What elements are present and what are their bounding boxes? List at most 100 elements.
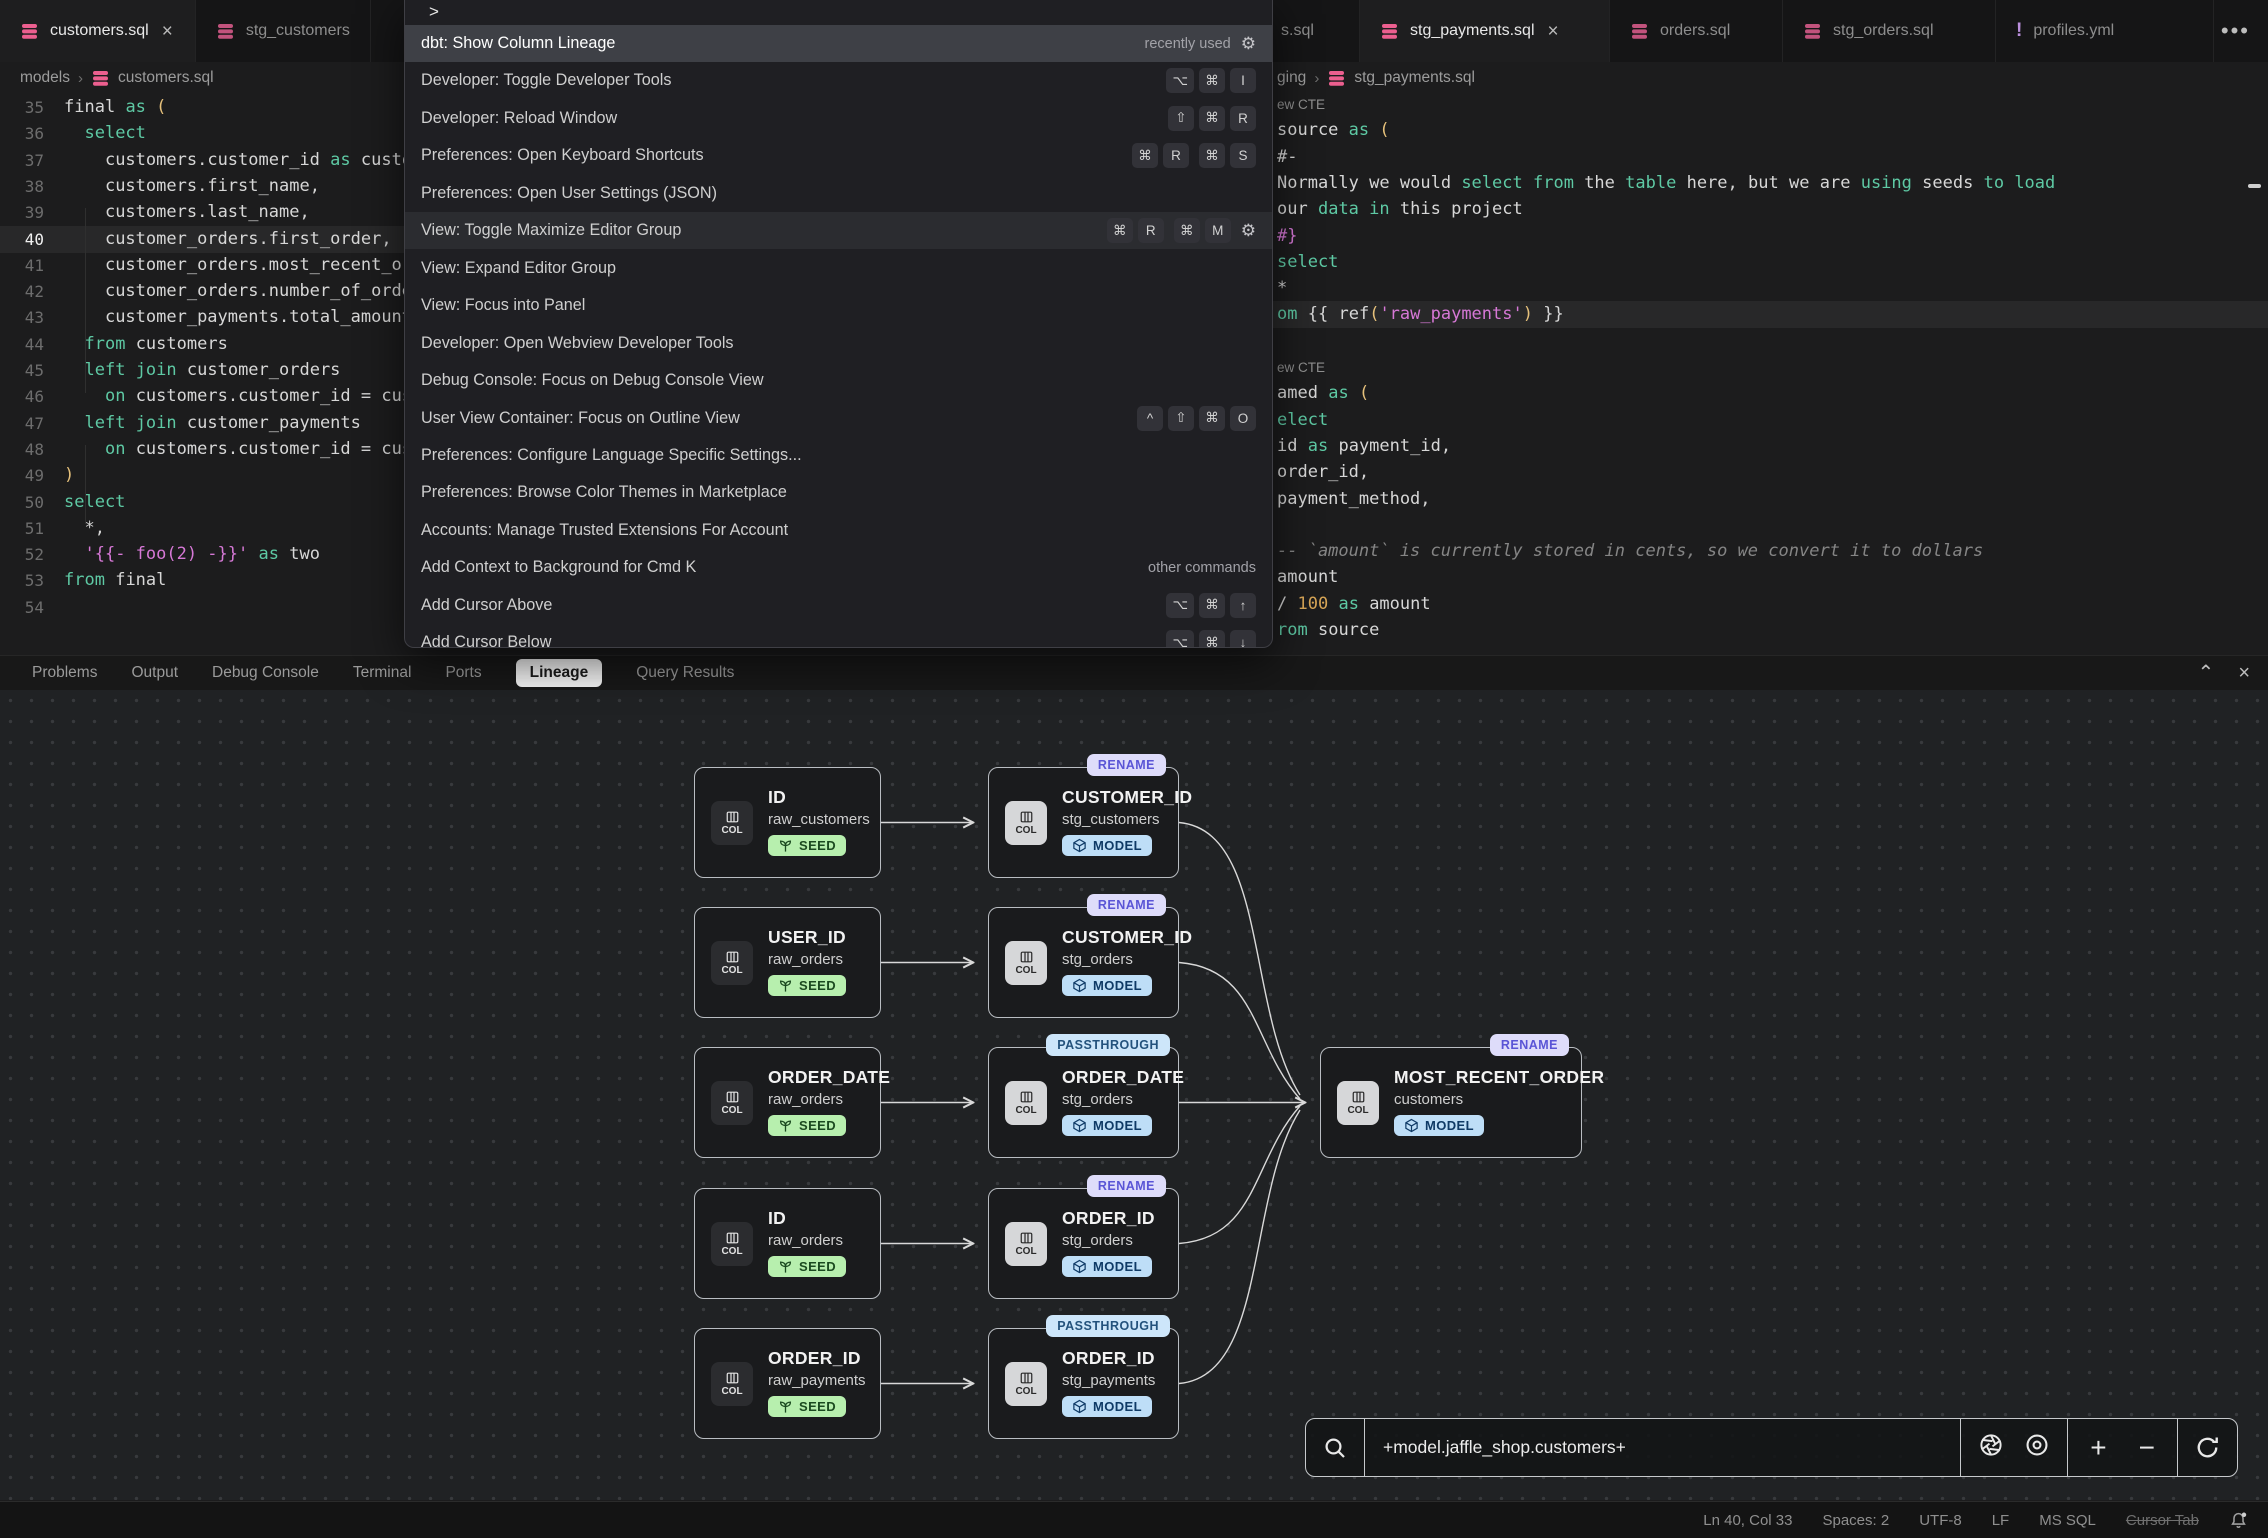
command-item[interactable]: Preferences: Open User Settings (JSON) — [405, 175, 1272, 212]
breadcrumb[interactable]: models › customers.sql — [20, 62, 214, 94]
lineage-canvas[interactable]: COLIDraw_customersSEED COLUSER_IDraw_orde… — [0, 690, 2268, 1500]
tab-s-sql[interactable]: s.sql — [1273, 0, 1360, 62]
panel-close-icon[interactable]: × — [2238, 663, 2250, 683]
code-line[interactable]: id as payment_id, — [1132, 433, 2268, 460]
tab-group-right: s.sqlstg_payments.sql×orders.sqlstg_orde… — [1273, 0, 2214, 62]
status-ln-40-col-33[interactable]: Ln 40, Col 33 — [1703, 1512, 1792, 1529]
more-actions-icon[interactable]: ••• — [2213, 0, 2258, 62]
code-line[interactable]: #} — [1132, 223, 2268, 250]
panel-tab-ports[interactable]: Ports — [445, 664, 481, 682]
command-item[interactable]: User View Container: Focus on Outline Vi… — [405, 400, 1272, 437]
panel-tab-debug-console[interactable]: Debug Console — [212, 664, 319, 682]
code-line[interactable]: / 100 as amount — [1132, 591, 2268, 618]
command-item[interactable]: dbt: Show Column Lineagerecently used⚙ — [405, 25, 1272, 62]
aperture-icon[interactable] — [1971, 1433, 2011, 1463]
scrollbar-marker[interactable] — [2248, 184, 2261, 188]
lineage-node-stg_customers-customer_id[interactable]: COLCUSTOMER_IDstg_customersMODELRENAME — [988, 767, 1179, 878]
keybinding: ⇧⌘R — [1168, 106, 1256, 131]
lineage-node-raw_orders-order_date[interactable]: COLORDER_DATEraw_ordersSEED — [694, 1047, 881, 1158]
keybinding: ⌥⌘↓ — [1166, 630, 1256, 648]
command-item[interactable]: Add Context to Background for Cmd Kother… — [405, 549, 1272, 586]
code-line[interactable]: om {{ ref('raw_payments') }} — [1132, 301, 2268, 328]
tab-stg_customers[interactable]: stg_customers — [196, 0, 371, 62]
breadcrumb[interactable]: ging › stg_payments.sql — [1277, 62, 1475, 94]
lineage-node-raw_customers-id[interactable]: COLIDraw_customersSEED — [694, 767, 881, 878]
breadcrumb-file[interactable]: customers.sql — [118, 69, 214, 87]
code-line[interactable]: ew CTE — [1132, 91, 2268, 118]
code-line[interactable] — [1132, 512, 2268, 539]
code-line[interactable]: Normally we would select from the table … — [1132, 170, 2268, 197]
refresh-icon[interactable] — [2177, 1419, 2237, 1476]
panel-tab-problems[interactable]: Problems — [32, 664, 97, 682]
command-item[interactable]: View: Toggle Maximize Editor Group⌘R⌘M⚙ — [405, 212, 1272, 249]
breadcrumb-file[interactable]: stg_payments.sql — [1354, 69, 1475, 87]
command-item[interactable]: Debug Console: Focus on Debug Console Vi… — [405, 362, 1272, 399]
panel-tab-lineage[interactable]: Lineage — [516, 659, 603, 687]
lineage-search-input[interactable] — [1365, 1437, 1960, 1458]
code-line[interactable]: our data in this project — [1132, 196, 2268, 223]
status-cursor-tab[interactable]: Cursor Tab — [2126, 1512, 2199, 1529]
lineage-node-raw_orders-id[interactable]: COLIDraw_ordersSEED — [694, 1188, 881, 1299]
panel-chevron-up-icon[interactable]: ⌃ — [2198, 663, 2215, 683]
lineage-node-stg_orders-customer_id[interactable]: COLCUSTOMER_IDstg_ordersMODELRENAME — [988, 907, 1179, 1018]
status-ms-sql[interactable]: MS SQL — [2039, 1512, 2096, 1529]
code-line[interactable]: * — [1132, 275, 2268, 302]
lineage-node-raw_orders-user_id[interactable]: COLUSER_IDraw_ordersSEED — [694, 907, 881, 1018]
code-line[interactable]: payment_method, — [1132, 486, 2268, 513]
code-line[interactable]: rom source — [1132, 617, 2268, 644]
search-icon[interactable] — [1306, 1419, 1364, 1476]
tab-orders-sql[interactable]: orders.sql — [1610, 0, 1783, 62]
lineage-node-stg_orders-order_id[interactable]: COLORDER_IDstg_ordersMODELRENAME — [988, 1188, 1179, 1299]
zoom-out-icon[interactable]: − — [2123, 1432, 2171, 1464]
close-icon[interactable]: × — [1546, 22, 1561, 41]
command-item[interactable]: Developer: Reload Window⇧⌘R — [405, 100, 1272, 137]
code-text: * — [1277, 275, 1287, 302]
panel-tab-terminal[interactable]: Terminal — [353, 664, 412, 682]
code-line[interactable]: ew CTE — [1132, 354, 2268, 381]
tab-profiles-yml[interactable]: !profiles.yml — [1996, 0, 2214, 62]
command-item[interactable]: Add Cursor Below⌥⌘↓ — [405, 624, 1272, 648]
focus-target-icon[interactable] — [2017, 1433, 2057, 1463]
code-line[interactable]: source as ( — [1132, 117, 2268, 144]
code-line[interactable]: elect — [1132, 407, 2268, 434]
code-line[interactable]: #- — [1132, 144, 2268, 171]
command-item[interactable]: Add Cursor Above⌥⌘↑ — [405, 587, 1272, 624]
panel-tab-output[interactable]: Output — [131, 664, 178, 682]
command-item[interactable]: Preferences: Open Keyboard Shortcuts⌘R⌘S — [405, 137, 1272, 174]
tab-stg_payments-sql[interactable]: stg_payments.sql× — [1360, 0, 1610, 62]
code-line[interactable] — [1132, 328, 2268, 355]
lineage-node-customers-most_recent_order[interactable]: COLMOST_RECENT_ORDERcustomersMODELRENAME — [1320, 1047, 1582, 1158]
command-item[interactable]: Accounts: Manage Trusted Extensions For … — [405, 512, 1272, 549]
configure-gear-icon[interactable]: ⚙ — [1241, 34, 1256, 54]
code-line[interactable]: select — [1132, 249, 2268, 276]
command-input[interactable]: > — [419, 0, 439, 22]
command-item[interactable]: Developer: Toggle Developer Tools⌥⌘I — [405, 62, 1272, 99]
command-item[interactable]: View: Expand Editor Group — [405, 250, 1272, 287]
status-utf-8[interactable]: UTF-8 — [1919, 1512, 1962, 1529]
configure-gear-icon[interactable]: ⚙ — [1241, 221, 1256, 241]
tab-stg_orders-sql[interactable]: stg_orders.sql — [1783, 0, 1996, 62]
command-item[interactable]: Preferences: Browse Color Themes in Mark… — [405, 474, 1272, 511]
code-line[interactable]: amed as ( — [1132, 380, 2268, 407]
code-line[interactable]: amount — [1132, 564, 2268, 591]
lineage-node-stg_payments-order_id[interactable]: COLORDER_IDstg_paymentsMODELPASSTHROUGH — [988, 1328, 1179, 1439]
notifications-bell-icon[interactable] — [2229, 1511, 2248, 1530]
close-icon[interactable]: × — [160, 22, 175, 41]
command-item[interactable]: View: Focus into Panel — [405, 287, 1272, 324]
status-spaces-2[interactable]: Spaces: 2 — [1822, 1512, 1889, 1529]
seed-badge: SEED — [768, 1115, 846, 1136]
code-line[interactable]: -- `amount` is currently stored in cents… — [1132, 538, 2268, 565]
panel-tab-query-results[interactable]: Query Results — [636, 664, 734, 682]
lineage-node-raw_payments-order_id[interactable]: COLORDER_IDraw_paymentsSEED — [694, 1328, 881, 1439]
lineage-node-stg_orders-order_date[interactable]: COLORDER_DATEstg_ordersMODELPASSTHROUGH — [988, 1047, 1179, 1158]
editor-pane-right[interactable]: ging › stg_payments.sql ew CTEsource as … — [1132, 62, 2268, 655]
command-item[interactable]: Preferences: Configure Language Specific… — [405, 437, 1272, 474]
breadcrumb-folder[interactable]: models — [20, 69, 70, 87]
status-lf[interactable]: LF — [1992, 1512, 2010, 1529]
command-item[interactable]: Developer: Open Webview Developer Tools — [405, 325, 1272, 362]
tab-customers-sql[interactable]: customers.sql× — [0, 0, 196, 62]
breadcrumb-folder[interactable]: ging — [1277, 69, 1306, 87]
command-item-right: ⌘R⌘S — [1132, 143, 1256, 168]
zoom-in-icon[interactable]: + — [2074, 1432, 2122, 1464]
code-line[interactable]: order_id, — [1132, 459, 2268, 486]
